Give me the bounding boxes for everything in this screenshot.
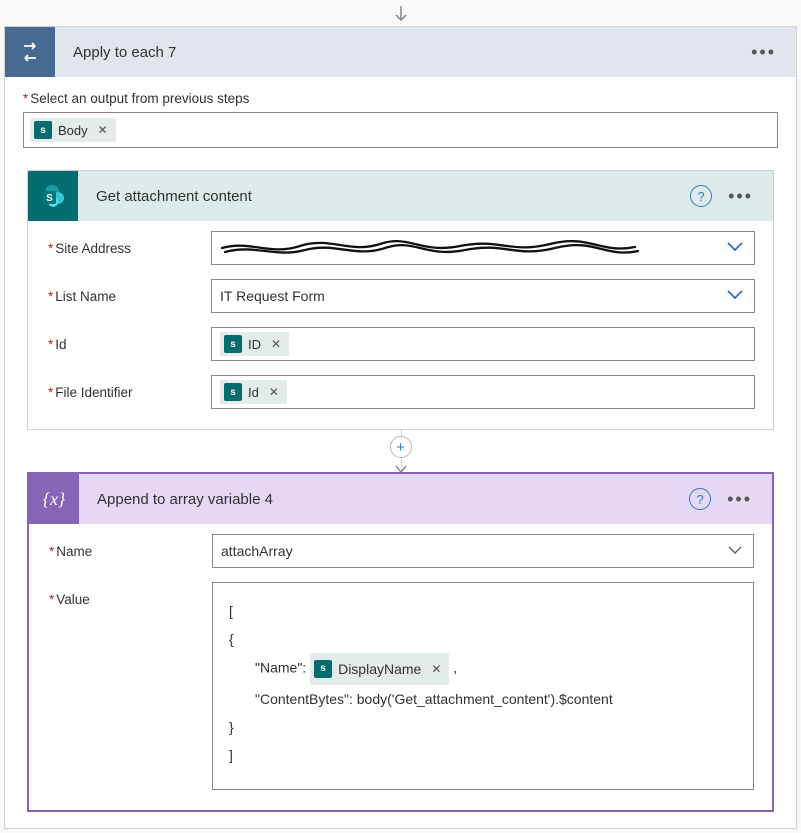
displayname-token-label: DisplayName [338, 655, 421, 683]
chevron-down-icon[interactable] [726, 288, 744, 304]
body-token-label: Body [58, 123, 88, 138]
var-name-label: *Name [47, 544, 212, 559]
arrow-down-icon [4, 6, 797, 24]
attachment-title: Get attachment content [78, 188, 690, 205]
attachment-more-icon[interactable]: ••• [722, 182, 759, 211]
loop-more-icon[interactable]: ••• [745, 38, 782, 67]
var-value-label: *Value [47, 582, 212, 607]
site-address-field[interactable] [211, 231, 755, 265]
output-field[interactable]: s Body ✕ [23, 112, 778, 148]
id-field[interactable]: s ID ✕ [211, 327, 755, 361]
attachment-header[interactable]: S Get attachment content ? ••• [28, 171, 773, 221]
loop-header[interactable]: Apply to each 7 ••• [5, 27, 796, 77]
value-text: ] [229, 741, 737, 769]
chevron-down-icon[interactable] [726, 240, 744, 256]
var-value-field[interactable]: [ { "Name": s DisplayName ✕ , "ContentBy… [212, 582, 754, 790]
loop-icon [5, 27, 55, 77]
append-card[interactable]: {x} Append to array variable 4 ? ••• *Na… [27, 472, 774, 812]
remove-token-icon[interactable]: ✕ [271, 337, 281, 351]
list-name-label: *List Name [46, 289, 211, 304]
id-token[interactable]: s ID ✕ [220, 332, 289, 356]
value-text: "Name": s DisplayName ✕ , [229, 653, 737, 685]
var-name-field[interactable]: attachArray [212, 534, 754, 568]
connector: + [23, 430, 778, 472]
loop-card[interactable]: Apply to each 7 ••• *Select an output fr… [4, 26, 797, 829]
displayname-token[interactable]: s DisplayName ✕ [310, 653, 449, 685]
sharepoint-icon: s [314, 660, 332, 678]
list-name-value: IT Request Form [220, 288, 325, 304]
list-name-field[interactable]: IT Request Form [211, 279, 755, 313]
help-icon[interactable]: ? [689, 488, 711, 510]
remove-token-icon[interactable]: ✕ [431, 657, 441, 681]
sharepoint-icon: s [224, 383, 242, 401]
id-token-label: ID [248, 337, 261, 352]
help-icon[interactable]: ? [690, 185, 712, 207]
file-id-field[interactable]: s Id ✕ [211, 375, 755, 409]
remove-token-icon[interactable]: ✕ [269, 385, 279, 399]
sharepoint-icon: s [34, 121, 52, 139]
value-text: "ContentBytes": body('Get_attachment_con… [229, 685, 737, 713]
add-step-button[interactable]: + [390, 436, 412, 458]
file-id-label: *File Identifier [46, 385, 211, 400]
site-address-label: *Site Address [46, 241, 211, 256]
sharepoint-brand-icon: S [28, 171, 78, 221]
append-header[interactable]: {x} Append to array variable 4 ? ••• [29, 474, 772, 524]
value-text: [ [229, 597, 737, 625]
variable-icon: {x} [29, 474, 79, 524]
loop-title: Apply to each 7 [55, 44, 745, 61]
chevron-down-icon[interactable] [727, 543, 743, 559]
remove-token-icon[interactable]: ✕ [98, 123, 108, 137]
arrow-down-icon [394, 464, 408, 474]
append-title: Append to array variable 4 [79, 491, 689, 508]
append-more-icon[interactable]: ••• [721, 485, 758, 514]
id-label: *Id [46, 337, 211, 352]
redacted-scribble [220, 238, 640, 258]
svg-text:S: S [46, 193, 53, 204]
var-name-value: attachArray [221, 543, 293, 559]
sharepoint-icon: s [224, 335, 242, 353]
value-text: } [229, 713, 737, 741]
value-text: { [229, 625, 737, 653]
output-label: *Select an output from previous steps [23, 91, 778, 106]
body-token[interactable]: s Body ✕ [30, 118, 116, 142]
file-id-token-label: Id [248, 385, 259, 400]
file-id-token[interactable]: s Id ✕ [220, 380, 287, 404]
attachment-card[interactable]: S Get attachment content ? ••• *Site Add… [27, 170, 774, 430]
